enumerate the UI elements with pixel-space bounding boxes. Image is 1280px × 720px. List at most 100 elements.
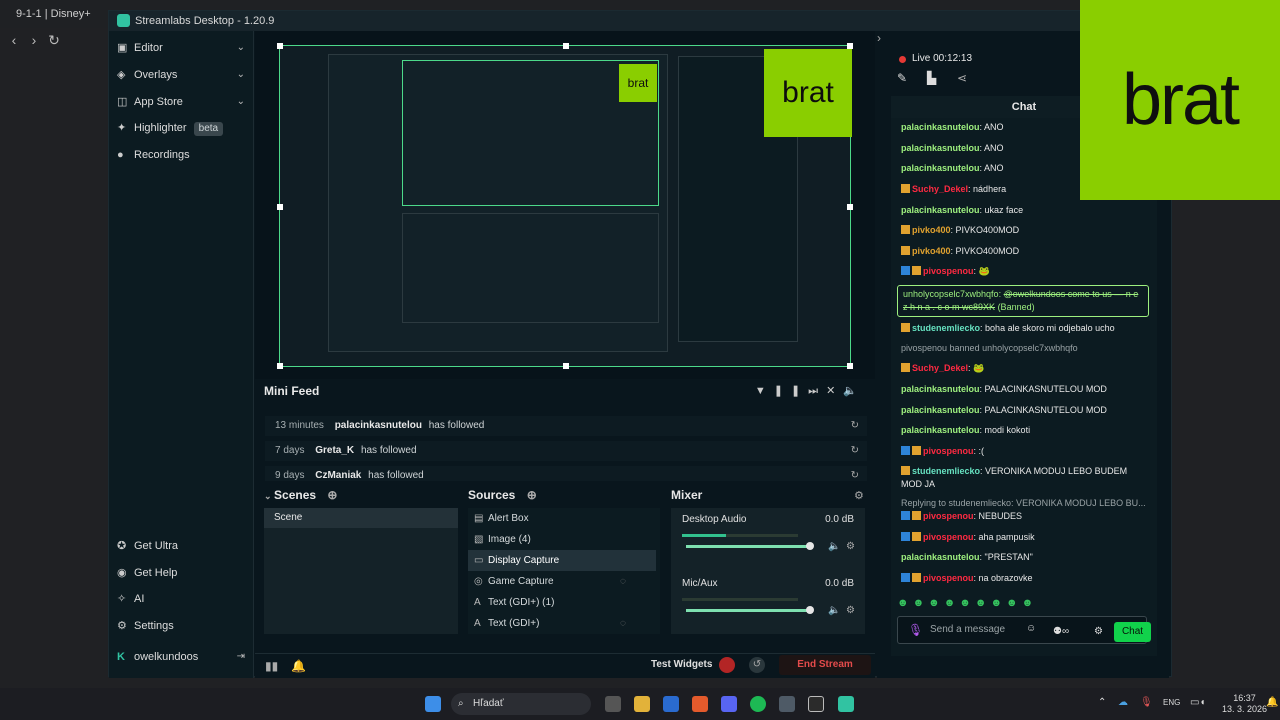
chat-user[interactable]: pivospenou <box>923 511 974 521</box>
add-scene-icon[interactable]: ⊕ <box>327 488 337 502</box>
sidebar-item-recordings[interactable]: ● Recordings <box>117 144 245 166</box>
chat-user[interactable]: studenemliecko <box>912 323 980 333</box>
mini-feed-toolbar[interactable]: ▼❚❚⏭✕🔈 <box>755 384 865 398</box>
skip-icon[interactable]: ⏭ <box>808 385 826 397</box>
chat-user[interactable]: Suchy_Dekel <box>912 184 968 194</box>
chat-message[interactable]: pivko400: PIVKO400MOD <box>901 224 1149 237</box>
chat-user[interactable]: palacinkasnutelou <box>901 205 980 215</box>
gear-icon[interactable]: ⚙ <box>854 489 864 502</box>
chat-input[interactable]: 🎙 Send a message ☺ <box>897 616 1147 644</box>
replay-icon[interactable]: ↻ <box>851 466 859 486</box>
bell-icon[interactable]: 🔔 <box>291 659 306 673</box>
source-item[interactable]: A Text (GDI+) (1) <box>468 592 656 613</box>
chat-user[interactable]: studenemliecko <box>912 466 980 476</box>
app-icon[interactable] <box>779 696 795 712</box>
sidebar-item-editor[interactable]: ▣ Editor ⌄ <box>117 37 245 59</box>
streamlabs-icon[interactable] <box>838 696 854 712</box>
end-stream-button[interactable]: End Stream <box>779 655 871 675</box>
mini-feed-row[interactable]: 9 days CzManiak has followed ↻ <box>265 466 867 481</box>
stream-preview[interactable]: brat brat <box>255 31 875 379</box>
chat-user[interactable]: pivospenou <box>923 573 974 583</box>
gear-icon[interactable]: ⚙ <box>846 605 855 616</box>
chat-user[interactable]: palacinkasnutelou <box>901 143 980 153</box>
chat-message[interactable]: pivospenou: 🐸 <box>901 265 1149 278</box>
chat-user[interactable]: pivospenou <box>923 532 974 542</box>
chat-user[interactable]: pivko400 <box>912 246 951 256</box>
chat-message[interactable]: pivospenou: :( <box>901 445 1149 458</box>
discord-icon[interactable] <box>721 696 737 712</box>
chat-reply-context[interactable]: Replying to studenemliecko: VERONIKA MOD… <box>901 497 1149 510</box>
chat-message[interactable]: pivospenou: aha pampusik <box>901 531 1149 544</box>
outlook-icon[interactable] <box>663 696 679 712</box>
chat-message[interactable]: palacinkasnutelou: PALACINKASNUTELOU MOD <box>901 383 1149 396</box>
source-item[interactable]: ▧ Image (4) <box>468 529 656 550</box>
source-item[interactable]: ▭ Display Capture <box>468 550 656 571</box>
mute-icon[interactable]: ✕ <box>826 385 843 397</box>
chat-message[interactable]: palacinkasnutelou: ukaz face <box>901 204 1149 217</box>
cloud-icon[interactable]: ☁ <box>1118 697 1128 708</box>
sidebar-item-settings[interactable]: ⚙ Settings <box>117 615 245 637</box>
stats-icon[interactable]: ▮▮ <box>265 659 278 673</box>
resize-handle[interactable] <box>847 43 853 49</box>
volume-knob[interactable] <box>806 606 814 614</box>
chat-message[interactable]: palacinkasnutelou: PALACINKASNUTELOU MOD <box>901 404 1149 417</box>
emoji-icon[interactable]: ☺ <box>1026 623 1036 634</box>
chat-send-button[interactable]: Chat <box>1114 622 1151 642</box>
bits-icon[interactable]: ⚉∞ <box>1053 626 1069 637</box>
gear-icon[interactable]: ⚙ <box>846 541 855 552</box>
windows-start-icon[interactable] <box>425 696 441 712</box>
chat-user[interactable]: palacinkasnutelou <box>901 122 980 132</box>
chat-message[interactable]: Suchy_Dekel: 🐸 <box>901 362 1149 375</box>
task-view-icon[interactable] <box>605 696 621 712</box>
chat-message[interactable]: studenemliecko: boha ale skoro mi odjeba… <box>901 322 1149 335</box>
spotify-icon[interactable] <box>750 696 766 712</box>
resize-handle[interactable] <box>563 363 569 369</box>
chat-user[interactable]: palacinkasnutelou <box>901 405 980 415</box>
brave-icon[interactable] <box>692 696 708 712</box>
notification-icon[interactable]: 🔔 <box>1266 697 1278 708</box>
collapse-arrow-icon[interactable]: › <box>877 31 881 45</box>
speaker-icon[interactable]: 🔈 <box>828 605 840 616</box>
chat-system-message[interactable]: pivospenou banned unholycopselc7xwbhqfo <box>901 342 1149 355</box>
test-widgets-label[interactable]: Test Widgets <box>651 659 712 670</box>
chat-message[interactable]: palacinkasnutelou: modi kokoti <box>901 424 1149 437</box>
display-capture-frame[interactable]: brat brat <box>277 43 853 369</box>
chat-user[interactable]: palacinkasnutelou <box>901 163 980 173</box>
chat-message[interactable]: pivospenou: na obrazovke <box>901 572 1149 585</box>
resize-handle[interactable] <box>847 363 853 369</box>
share-icon[interactable]: ⋖ <box>957 71 967 85</box>
add-source-icon[interactable]: ⊕ <box>527 488 537 502</box>
scene-item[interactable]: Scene <box>264 508 458 528</box>
sidebar-item-app-store[interactable]: ◫ App Store ⌄ <box>117 91 245 113</box>
resize-handle[interactable] <box>563 43 569 49</box>
user-profile[interactable]: K owelkundoos ⇥ <box>117 646 245 668</box>
chat-user[interactable]: palacinkasnutelou <box>901 384 980 394</box>
replay-buffer-icon[interactable]: ↺ <box>749 657 765 673</box>
mic-tray-icon[interactable]: 🎙 <box>1140 697 1153 708</box>
chat-user[interactable]: palacinkasnutelou <box>901 425 980 435</box>
chat-message[interactable]: pivospenou: NEBUDES <box>901 510 1149 523</box>
eye-hidden-icon[interactable]: ◌ <box>620 613 626 634</box>
mic-icon[interactable]: 🎙 <box>908 623 923 637</box>
network-icon[interactable]: ▭◖ <box>1190 697 1206 708</box>
mini-feed-row[interactable]: 13 minutes palacinkasnutelou has followe… <box>265 416 867 436</box>
emote-bar[interactable]: ☻☻☻☻☻☻☻☻☻ <box>897 597 1037 609</box>
back-icon[interactable]: ‹ <box>5 31 23 49</box>
resize-handle[interactable] <box>277 43 283 49</box>
replay-icon[interactable]: ↻ <box>851 416 859 436</box>
browser-tab[interactable]: 9-1-1 | Disney+ <box>6 4 101 24</box>
volume-slider[interactable] <box>686 606 814 614</box>
chat-user[interactable]: palacinkasnutelou <box>901 552 980 562</box>
tray-arrow-icon[interactable]: ⌃ <box>1098 697 1106 708</box>
edit-icon[interactable]: ✎ <box>897 71 907 85</box>
volume-icon[interactable]: 🔈 <box>843 385 865 397</box>
source-item[interactable]: A Text (GDI+) ◌ <box>468 613 656 634</box>
pause-icon[interactable]: ❚❚ <box>774 385 808 397</box>
mini-feed-row[interactable]: 7 days Greta_K has followed ↻ <box>265 441 867 461</box>
chat-message[interactable]: palacinkasnutelou: "PRESTAN" <box>901 551 1149 564</box>
sidebar-item-get-ultra[interactable]: ✪ Get Ultra <box>117 535 245 557</box>
volume-knob[interactable] <box>806 542 814 550</box>
sidebar-item-get-help[interactable]: ◉ Get Help <box>117 562 245 584</box>
sidebar-item-highlighter[interactable]: ✦ Highlighter beta <box>117 117 245 139</box>
chat-user[interactable]: Suchy_Dekel <box>912 363 968 373</box>
